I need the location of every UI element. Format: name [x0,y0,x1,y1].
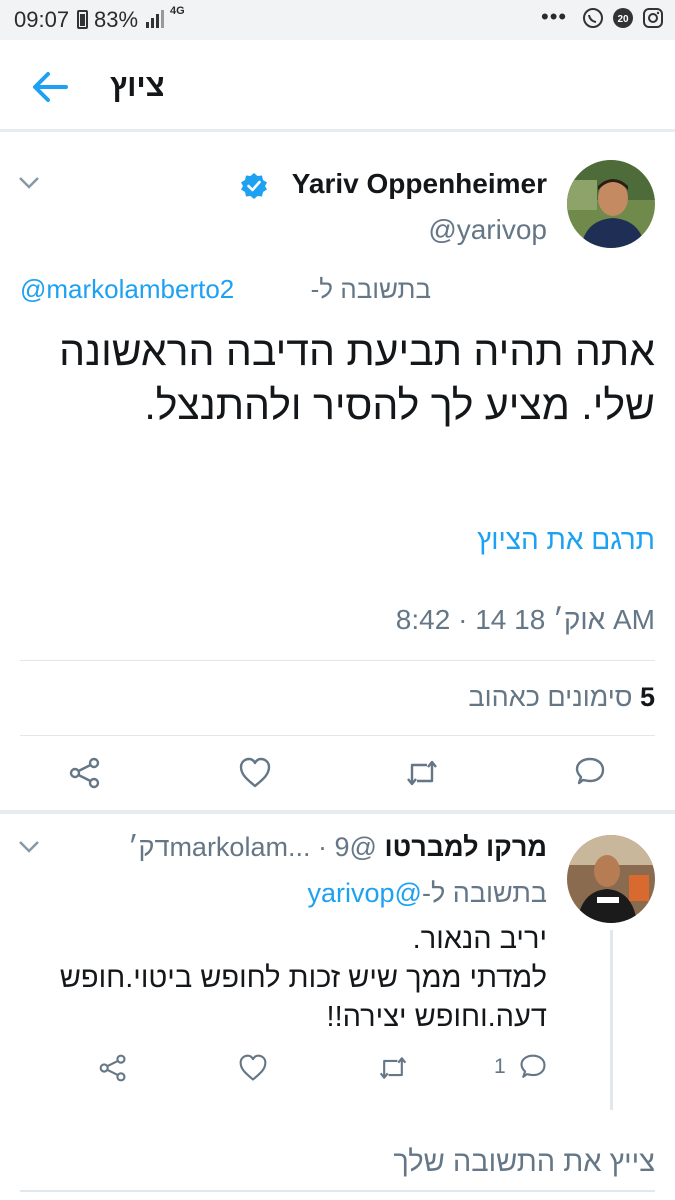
app-header: ציוץ [0,40,675,132]
avatar[interactable] [567,160,655,248]
retweet-button[interactable] [405,756,439,790]
reply-text-line: למדתי ממך שיש זכות לחופש ביטוי.חופש דעה.… [59,962,547,1033]
chevron-down-icon[interactable] [18,840,40,854]
divider [20,660,655,661]
author-name[interactable]: Yariv Oppenheimer [292,168,547,200]
compose-underline [20,1190,655,1192]
share-button[interactable] [68,756,102,790]
battery-icon [77,10,88,29]
status-time: 09:07 [14,7,70,32]
reply-count: 1 [494,1055,506,1078]
verified-badge-icon [241,173,267,199]
reply-replyto-line: בתשובה ל-@yarivop [307,878,547,909]
whatsapp-icon [583,8,603,28]
reply-share-button[interactable] [98,1053,128,1083]
divider [20,735,655,736]
share-icon [69,757,100,789]
like-icon [239,1054,267,1081]
signal-icon [146,10,164,28]
likes-count: 5 [639,682,655,712]
reply-separator-dot: · [317,832,327,862]
status-bar: 09:07 83% 4G ••• 20 [0,0,675,40]
reply-avatar-photo [567,835,655,923]
status-overflow-icon: ••• [541,4,568,29]
compose-bar [0,1128,675,1200]
compose-reply-input[interactable] [20,1138,655,1186]
reply-to-handle-link[interactable]: @markolamberto2 [20,274,234,305]
reply-replyto-prefix: בתשובה ל- [421,878,547,908]
notification-count-icon: 20 [613,8,633,28]
reply-text-line: יריב הנאור. [412,923,547,955]
reply-like-button[interactable] [238,1053,268,1083]
section-separator [0,810,675,814]
reply-replyto-handle-link[interactable]: @yarivop [307,878,421,908]
reply-header: מרקו למברטו @markolam... · 9דק׳ [128,832,547,863]
reply-to-label: בתשובה ל- [310,274,431,304]
reply-button[interactable] [573,756,607,790]
thread-line [610,930,613,1110]
battery-level: 83% [94,7,139,32]
avatar-photo [567,160,655,248]
likes-label: סימונים כאהוב [468,682,633,712]
chevron-down-icon[interactable] [18,176,40,190]
retweet-icon [379,1057,407,1079]
like-button[interactable] [238,756,272,790]
author-handle[interactable]: @yarivop [428,214,547,246]
tweet-timestamp: אוק׳ 18 14 · 8:42 AM [395,604,655,635]
reply-icon [520,1054,546,1078]
page-title: ציוץ [110,68,165,103]
network-type: 4G [170,5,185,17]
share-icon [99,1054,126,1082]
reply-text: יריב הנאור. למדתי ממך שיש זכות לחופש ביט… [22,920,547,1037]
reply-reply-button[interactable] [518,1053,548,1083]
reply-retweet-button[interactable] [378,1053,408,1083]
translate-tweet-link[interactable]: תרגם את הציוץ [477,524,655,556]
likes-summary[interactable]: 5 סימונים כאהוב [469,682,656,713]
instagram-icon [643,8,663,28]
tweet-text: אתה תהיה תביעת הדיבה הראשונה שלי. מציע ל… [59,328,655,428]
reply-author-name[interactable]: מרקו למברטו [384,832,547,862]
back-arrow-icon[interactable] [30,70,70,104]
like-icon [239,757,271,788]
reply-icon [575,757,605,785]
reply-avatar[interactable] [567,835,655,923]
retweet-icon [407,760,437,786]
notification-badge: 20 [617,14,629,25]
